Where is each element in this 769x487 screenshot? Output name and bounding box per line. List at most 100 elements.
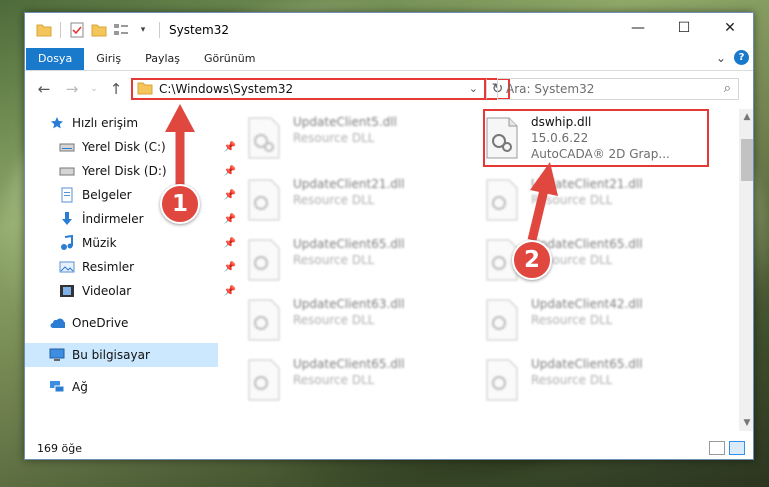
- folder-icon: [35, 21, 53, 39]
- sidebar-item-label: OneDrive: [72, 316, 129, 330]
- navigation-pane: Hızlı erişim Yerel Disk (C:) 📌 Yerel Dis…: [25, 109, 236, 431]
- file-tile[interactable]: UpdateClient5.dll Resource DLL: [247, 113, 477, 165]
- address-dropdown-icon[interactable]: ⌄: [469, 82, 478, 95]
- address-bar[interactable]: C:\Windows\System32 ⌄: [131, 78, 486, 100]
- view-toggle: [709, 441, 745, 455]
- sidebar-item-this-pc[interactable]: Bu bilgisayar: [25, 343, 218, 367]
- dll-file-icon: [485, 179, 519, 221]
- videos-icon: [59, 283, 75, 299]
- sidebar-item-label: Ağ: [72, 380, 88, 394]
- vertical-scrollbar[interactable]: ▲ ▼: [739, 109, 753, 431]
- sidebar-item-label: Videolar: [82, 284, 132, 298]
- view-options-icon[interactable]: [112, 21, 130, 39]
- forward-button[interactable]: →: [61, 78, 83, 100]
- scroll-up-icon[interactable]: ▲: [739, 109, 753, 125]
- dll-file-icon: [485, 359, 519, 401]
- file-name: UpdateClient21.dll: [293, 177, 405, 191]
- file-description: Resource DLL: [293, 253, 375, 267]
- file-name: UpdateClient65.dll: [293, 237, 405, 251]
- highlight-box: [483, 109, 709, 167]
- file-description: Resource DLL: [293, 131, 375, 145]
- recent-locations-button[interactable]: ⌄: [89, 78, 99, 100]
- sidebar-item-quick-access[interactable]: Hızlı erişim: [25, 111, 218, 135]
- sidebar-item-label: Bu bilgisayar: [72, 348, 150, 362]
- star-icon: [49, 115, 65, 131]
- quick-access-toolbar: ▾: [25, 21, 163, 39]
- dll-file-icon: [247, 117, 281, 159]
- dll-file-icon: [247, 239, 281, 281]
- cloud-icon: [49, 315, 65, 331]
- new-folder-icon[interactable]: [90, 21, 108, 39]
- help-icon[interactable]: ?: [734, 50, 749, 65]
- history-buttons: ← → ⌄ ↑: [25, 78, 127, 100]
- tab-view[interactable]: Görünüm: [192, 48, 267, 70]
- status-bar: 169 öğe: [25, 437, 753, 459]
- customize-toolbar-icon[interactable]: ▾: [134, 21, 152, 39]
- tab-file[interactable]: Dosya: [26, 48, 85, 70]
- file-list: UpdateClient5.dll Resource DLL dswhip.dll…: [223, 109, 739, 431]
- file-description: Resource DLL: [531, 373, 613, 387]
- computer-icon: [49, 347, 65, 363]
- file-tile[interactable]: UpdateClient21.dll Resource DLL: [247, 175, 477, 227]
- address-path[interactable]: C:\Windows\System32: [159, 82, 293, 96]
- divider: [159, 22, 160, 38]
- file-tile[interactable]: UpdateClient42.dll Resource DLL: [485, 295, 715, 347]
- sidebar-item-label: İndirmeler: [82, 212, 144, 226]
- file-explorer-window: ▾ System32 — ☐ ✕ Dosya Giriş Paylaş Görü…: [24, 12, 754, 460]
- file-name: UpdateClient5.dll: [293, 115, 397, 129]
- documents-icon: [59, 187, 75, 203]
- window-title: System32: [169, 23, 230, 37]
- file-tile[interactable]: UpdateClient21.dll Resource DLL: [485, 175, 715, 227]
- sidebar-item-pictures[interactable]: Resimler 📌: [25, 255, 236, 279]
- search-input[interactable]: Ara: System32 ⌕: [497, 78, 739, 100]
- file-description: Resource DLL: [531, 193, 613, 207]
- sidebar-item-label: Yerel Disk (C:): [82, 140, 166, 154]
- details-view-icon[interactable]: [709, 441, 725, 455]
- file-tile[interactable]: UpdateClient65.dll Resource DLL: [247, 355, 477, 407]
- properties-icon[interactable]: [68, 21, 86, 39]
- back-button[interactable]: ←: [33, 78, 55, 100]
- sidebar-item-onedrive[interactable]: OneDrive: [25, 311, 218, 335]
- window-controls: — ☐ ✕: [615, 13, 753, 43]
- file-description: Resource DLL: [531, 313, 613, 327]
- dll-file-icon: [485, 299, 519, 341]
- download-icon: [59, 211, 75, 227]
- music-icon: [59, 235, 75, 251]
- navigation-bar: ← → ⌄ ↑ C:\Windows\System32 ⌄ ↻ Ara: Sys…: [25, 71, 753, 107]
- close-button[interactable]: ✕: [707, 13, 753, 43]
- sidebar-item-network[interactable]: Ağ: [25, 375, 218, 399]
- file-name: UpdateClient65.dll: [293, 357, 405, 371]
- search-icon[interactable]: ⌕: [724, 81, 731, 96]
- file-description: Resource DLL: [293, 193, 375, 207]
- sidebar-item-label: Hızlı erişim: [72, 116, 139, 130]
- network-icon: [49, 379, 65, 395]
- sidebar-item-label: Müzik: [82, 236, 117, 250]
- scroll-down-icon[interactable]: ▼: [739, 415, 753, 431]
- dll-file-icon: [247, 359, 281, 401]
- up-button[interactable]: ↑: [105, 78, 127, 100]
- scroll-thumb[interactable]: [741, 139, 753, 181]
- sidebar-item-videos[interactable]: Videolar 📌: [25, 279, 236, 303]
- file-description: Resource DLL: [293, 373, 375, 387]
- callout-badge-2: 2: [512, 240, 552, 280]
- file-tile[interactable]: UpdateClient63.dll Resource DLL: [247, 295, 477, 347]
- sidebar-item-local-disk-c[interactable]: Yerel Disk (C:) 📌: [25, 135, 236, 159]
- expand-ribbon-icon[interactable]: ⌄: [716, 51, 726, 65]
- sidebar-item-label: Resimler: [82, 260, 135, 274]
- maximize-button[interactable]: ☐: [661, 13, 707, 43]
- dll-file-icon: [247, 299, 281, 341]
- minimize-button[interactable]: —: [615, 13, 661, 43]
- dll-file-icon: [247, 179, 281, 221]
- file-tile[interactable]: UpdateClient65.dll Resource DLL: [485, 355, 715, 407]
- sidebar-item-music[interactable]: Müzik 📌: [25, 231, 236, 255]
- sidebar-item-label: Belgeler: [82, 188, 132, 202]
- item-count: 169 öğe: [37, 441, 82, 455]
- callout-badge-1: 1: [160, 184, 200, 224]
- file-tile[interactable]: UpdateClient65.dll Resource DLL: [247, 235, 477, 287]
- tab-home[interactable]: Giriş: [84, 48, 133, 70]
- drive-icon: [59, 163, 75, 179]
- ribbon-right-controls: ⌄ ?: [716, 50, 749, 65]
- tab-share[interactable]: Paylaş: [133, 48, 192, 70]
- tiles-view-icon[interactable]: [729, 441, 745, 455]
- sidebar-item-local-disk-d[interactable]: Yerel Disk (D:) 📌: [25, 159, 236, 183]
